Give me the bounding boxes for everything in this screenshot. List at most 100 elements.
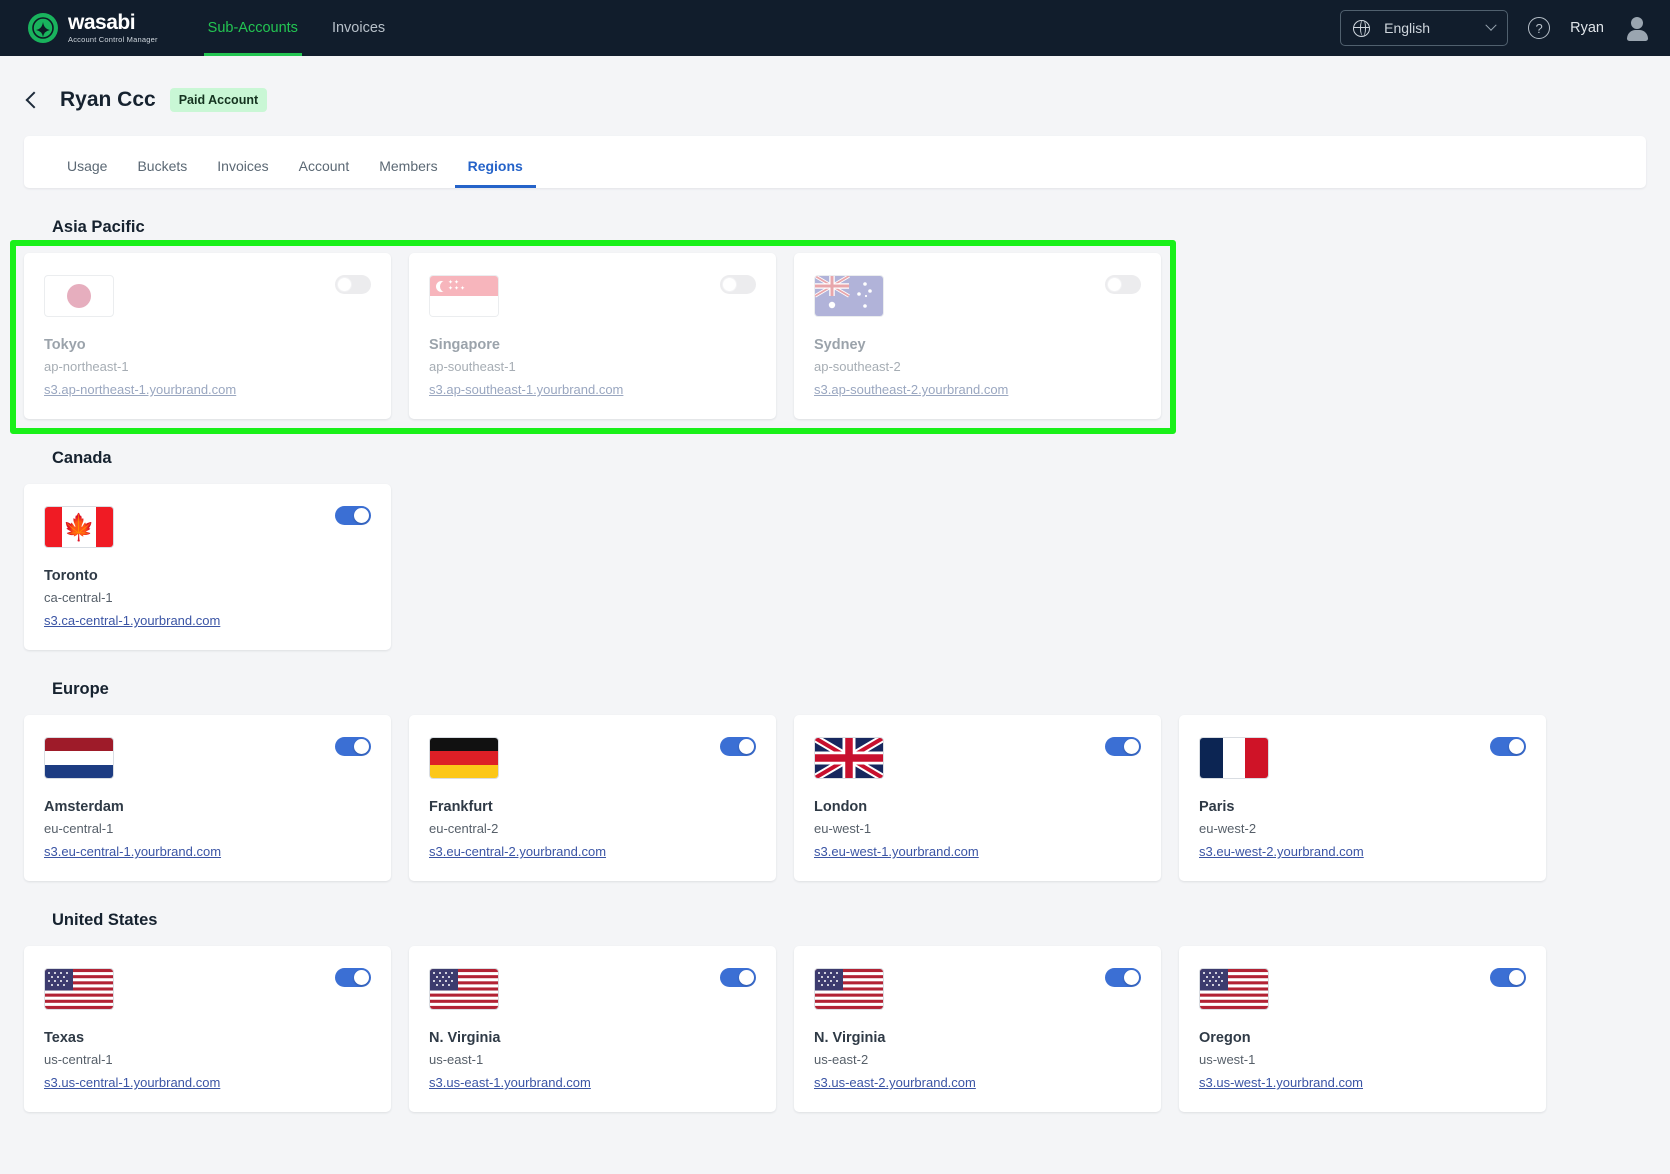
primary-nav: Sub-Accounts Invoices [203,0,385,56]
section-title-canada: Canada [52,449,112,467]
region-toggle-paris[interactable] [1490,737,1526,756]
wasabi-logo[interactable]: wasabi Account Control Manager [28,12,158,44]
region-toggle-london[interactable] [1105,737,1141,756]
region-city: Amsterdam [44,799,124,815]
region-code: us-central-1 [44,1052,113,1067]
region-code: eu-central-1 [44,821,114,836]
region-code: ca-central-1 [44,590,113,605]
page-header: Ryan Ccc Paid Account [0,56,1670,118]
main-content: Usage Buckets Invoices Account Members R… [0,118,1670,1112]
region-card-tokyo[interactable]: Tokyo ap-northeast-1 s3.ap-northeast-1.y… [24,253,391,419]
globe-icon [1353,19,1371,37]
region-city: London [814,799,868,815]
canada-flag-icon: 🍁 [44,506,114,548]
section-title-europe: Europe [52,680,109,698]
tab-regions[interactable]: Regions [453,158,538,188]
france-flag-icon [1199,737,1269,779]
region-toggle-texas[interactable] [335,968,371,987]
region-code: eu-west-2 [1199,821,1257,836]
region-endpoint-link[interactable]: s3.ap-southeast-1.yourbrand.com [429,382,623,397]
netherlands-flag-icon [44,737,114,779]
region-code: us-east-1 [429,1052,484,1067]
region-toggle-toronto[interactable] [335,506,371,525]
japan-flag-icon [44,275,114,317]
region-toggle-singapore[interactable] [720,275,756,294]
region-city: Oregon [1199,1030,1251,1046]
singapore-flag-icon: ✦✦ ✦✦✦ [429,275,499,317]
tab-buckets[interactable]: Buckets [122,158,202,188]
region-city: Texas [44,1030,85,1046]
region-toggle-sydney[interactable] [1105,275,1141,294]
region-city: Toronto [44,568,98,584]
section-title-united-states: United States [52,911,158,929]
region-city: Frankfurt [429,799,493,815]
region-code: ap-northeast-1 [44,359,129,374]
language-label: English [1384,20,1431,36]
region-code: ap-southeast-1 [429,359,516,374]
region-endpoint-link[interactable]: s3.us-west-1.yourbrand.com [1199,1075,1363,1090]
region-endpoint-link[interactable]: s3.ap-northeast-1.yourbrand.com [44,382,236,397]
chevron-down-icon [1485,19,1497,31]
tab-invoices[interactable]: Invoices [202,158,283,188]
germany-flag-icon [429,737,499,779]
region-card-oregon[interactable]: Oregon us-west-1 s3.us-west-1.yourbrand.… [1179,946,1546,1112]
back-chevron-icon[interactable] [25,91,43,109]
region-code: ap-southeast-2 [814,359,901,374]
region-card-texas[interactable]: Texas us-central-1 s3.us-central-1.yourb… [24,946,391,1112]
region-city: N. Virginia [429,1030,501,1046]
united-states-flag-icon [44,968,114,1010]
region-endpoint-link[interactable]: s3.eu-central-1.yourbrand.com [44,844,221,859]
region-city: Paris [1199,799,1235,815]
region-card-n-virginia-east-1[interactable]: N. Virginia us-east-1 s3.us-east-1.yourb… [409,946,776,1112]
region-endpoint-link[interactable]: s3.us-central-1.yourbrand.com [44,1075,220,1090]
tab-members[interactable]: Members [364,158,452,188]
region-endpoint-link[interactable]: s3.us-east-2.yourbrand.com [814,1075,976,1090]
region-card-london[interactable]: London eu-west-1 s3.eu-west-1.yourbrand.… [794,715,1161,881]
region-toggle-amsterdam[interactable] [335,737,371,756]
region-card-sydney[interactable]: Sydney ap-southeast-2 s3.ap-southeast-2.… [794,253,1161,419]
region-toggle-tokyo[interactable] [335,275,371,294]
nav-link-sub-accounts[interactable]: Sub-Accounts [203,0,303,56]
region-card-n-virginia-east-2[interactable]: N. Virginia us-east-2 s3.us-east-2.yourb… [794,946,1161,1112]
nav-right-cluster: English ? Ryan [1340,10,1650,46]
united-kingdom-flag-icon [814,737,884,779]
avatar-icon[interactable] [1624,15,1650,41]
status-badge: Paid Account [169,88,268,112]
region-endpoint-link[interactable]: s3.us-east-1.yourbrand.com [429,1075,591,1090]
region-city: Tokyo [44,337,86,353]
region-endpoint-link[interactable]: s3.ca-central-1.yourbrand.com [44,613,220,628]
region-code: eu-west-1 [814,821,872,836]
region-toggle-n-virginia-east-1[interactable] [720,968,756,987]
region-card-singapore[interactable]: ✦✦ ✦✦✦ Singapore ap-southeast-1 s3.ap-sou… [409,253,776,419]
region-grid-canada: 🍁 Toronto ca-central-1 s3.ca-central-1.y… [24,484,1646,650]
page-title: Ryan Ccc [60,88,156,111]
region-card-frankfurt[interactable]: Frankfurt eu-central-2 s3.eu-central-2.y… [409,715,776,881]
region-code: us-east-2 [814,1052,869,1067]
tab-account[interactable]: Account [284,158,365,188]
united-states-flag-icon [814,968,884,1010]
tab-usage[interactable]: Usage [52,158,122,188]
region-card-amsterdam[interactable]: Amsterdam eu-central-1 s3.eu-central-1.y… [24,715,391,881]
wasabi-mark-icon [28,13,58,43]
region-toggle-frankfurt[interactable] [720,737,756,756]
region-city: N. Virginia [814,1030,886,1046]
region-endpoint-link[interactable]: s3.ap-southeast-2.yourbrand.com [814,382,1008,397]
region-grid-united-states: Texas us-central-1 s3.us-central-1.yourb… [24,946,1646,1112]
user-name-label: Ryan [1570,20,1604,36]
region-city: Sydney [814,337,866,353]
region-endpoint-link[interactable]: s3.eu-west-2.yourbrand.com [1199,844,1364,859]
region-toggle-oregon[interactable] [1490,968,1526,987]
region-endpoint-link[interactable]: s3.eu-central-2.yourbrand.com [429,844,606,859]
region-toggle-n-virginia-east-2[interactable] [1105,968,1141,987]
brand-name: wasabi [68,11,136,35]
nav-link-invoices[interactable]: Invoices [332,0,385,56]
help-icon[interactable]: ? [1528,17,1551,39]
region-endpoint-link[interactable]: s3.eu-west-1.yourbrand.com [814,844,979,859]
region-card-paris[interactable]: Paris eu-west-2 s3.eu-west-2.yourbrand.c… [1179,715,1546,881]
region-grid-asia-pacific: Tokyo ap-northeast-1 s3.ap-northeast-1.y… [24,253,1646,419]
language-selector[interactable]: English [1340,10,1509,46]
australia-flag-icon [814,275,884,317]
tab-bar: Usage Buckets Invoices Account Members R… [24,136,1646,188]
region-card-toronto[interactable]: 🍁 Toronto ca-central-1 s3.ca-central-1.y… [24,484,391,650]
united-states-flag-icon [429,968,499,1010]
